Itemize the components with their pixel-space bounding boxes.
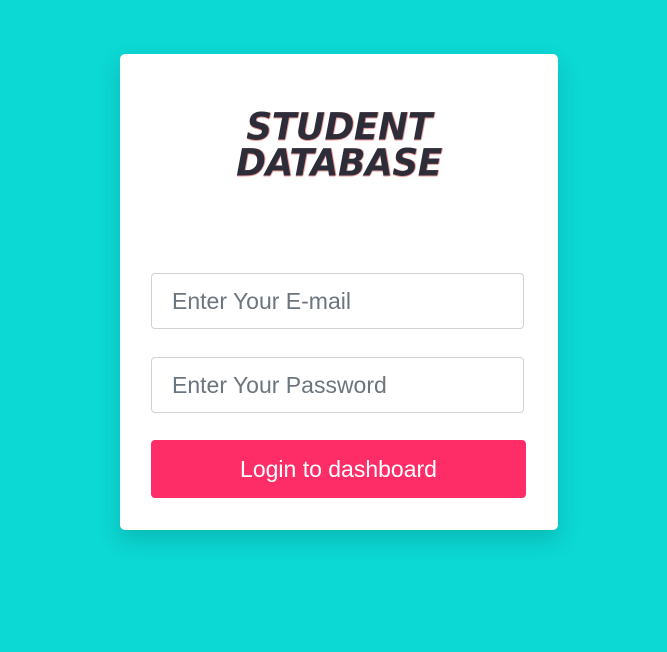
- login-button[interactable]: Login to dashboard: [151, 440, 526, 498]
- email-field[interactable]: [151, 273, 524, 329]
- password-field[interactable]: [151, 357, 524, 413]
- logo-line-2: DATABASE: [236, 141, 442, 185]
- login-card: STUDENT DATABASE Login to dashboard: [120, 54, 558, 530]
- app-logo: STUDENT DATABASE: [120, 109, 558, 185]
